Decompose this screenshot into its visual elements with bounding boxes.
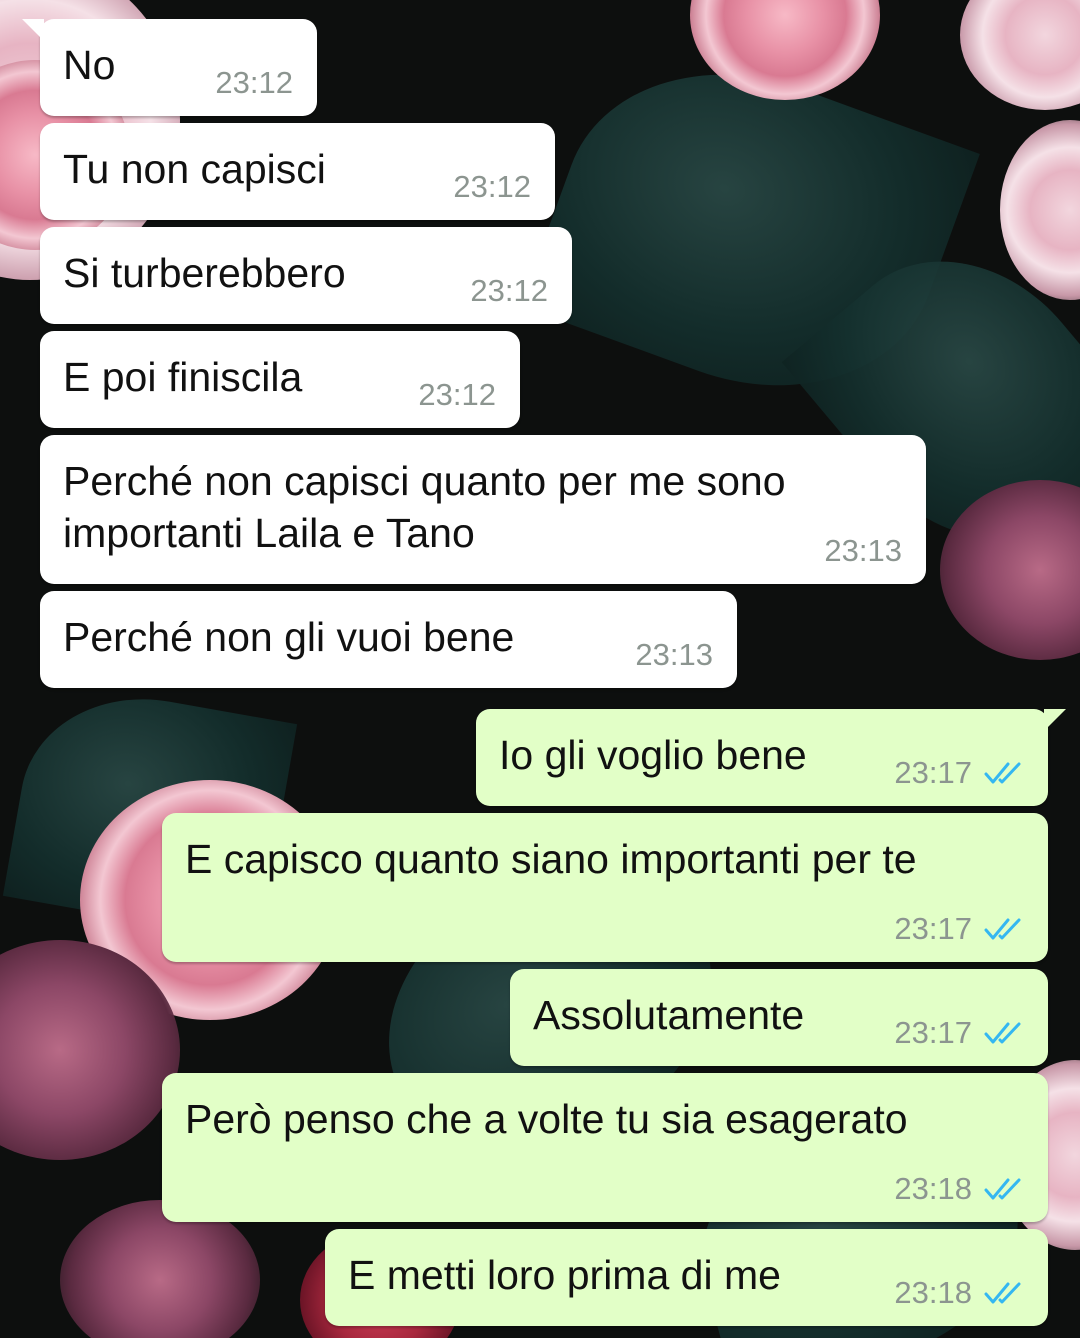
message-text: Però penso che a volte tu sia esagerato: [185, 1096, 908, 1142]
message-time: 23:18: [894, 1171, 972, 1206]
bubble-tail: [1044, 709, 1066, 731]
message-text: Assolutamente: [533, 992, 805, 1038]
double-check-read-icon: [984, 1022, 1021, 1044]
message-meta: 23:17: [894, 756, 1024, 790]
message-list[interactable]: No 23:12 Tu non capisci 23:12 Si turbere…: [0, 0, 1080, 1338]
message-meta: 23:17: [894, 1016, 1024, 1050]
message-time: 23:18: [894, 1275, 972, 1310]
message-meta: 23:12: [470, 274, 548, 308]
outgoing-message[interactable]: Però penso che a volte tu sia esagerato …: [162, 1073, 1048, 1222]
message-time: 23:17: [894, 911, 972, 946]
message-meta: 23:18: [894, 1276, 1024, 1310]
double-check-read-icon: [984, 918, 1021, 940]
message-time: 23:13: [824, 533, 902, 568]
incoming-message[interactable]: Perché non capisci quanto per me sono im…: [40, 435, 926, 584]
message-time: 23:12: [453, 169, 531, 204]
message-time: 23:12: [215, 65, 293, 100]
message-text: E metti loro prima di me: [348, 1252, 781, 1298]
message-text: E capisco quanto siano importanti per te: [185, 836, 917, 882]
message-text: E poi finiscila: [63, 354, 303, 400]
message-time: 23:13: [635, 637, 713, 672]
message-text: Perché non gli vuoi bene: [63, 614, 515, 660]
message-meta: 23:12: [215, 66, 293, 100]
message-meta: 23:17: [894, 912, 1024, 946]
message-meta: 23:12: [418, 378, 496, 412]
double-check-read-icon: [984, 1282, 1021, 1304]
bubble-tail: [22, 19, 44, 41]
message-time: 23:17: [894, 755, 972, 790]
message-meta: 23:12: [453, 170, 531, 204]
message-meta: 23:18: [894, 1172, 1024, 1206]
outgoing-message[interactable]: Assolutamente 23:17: [510, 969, 1048, 1066]
incoming-message[interactable]: Perché non gli vuoi bene 23:13: [40, 591, 737, 688]
incoming-message[interactable]: No 23:12: [22, 19, 317, 116]
message-meta: 23:13: [824, 534, 902, 568]
outgoing-message[interactable]: E metti loro prima di me 23:18: [325, 1229, 1048, 1326]
message-text: Si turberebbero: [63, 250, 346, 296]
message-time: 23:12: [470, 273, 548, 308]
message-text: No: [63, 42, 116, 88]
incoming-message[interactable]: Si turberebbero 23:12: [40, 227, 572, 324]
message-text: Io gli voglio bene: [499, 732, 807, 778]
incoming-message[interactable]: E poi finiscila 23:12: [40, 331, 520, 428]
message-text: Perché non capisci quanto per me sono im…: [63, 458, 786, 556]
message-time: 23:12: [418, 377, 496, 412]
double-check-read-icon: [984, 762, 1021, 784]
message-text: Tu non capisci: [63, 146, 326, 192]
outgoing-message[interactable]: Io gli voglio bene 23:17: [476, 709, 1066, 806]
double-check-read-icon: [984, 1178, 1021, 1200]
incoming-message[interactable]: Tu non capisci 23:12: [40, 123, 555, 220]
message-meta: 23:13: [635, 638, 713, 672]
message-time: 23:17: [894, 1015, 972, 1050]
outgoing-message[interactable]: E capisco quanto siano importanti per te…: [162, 813, 1048, 962]
